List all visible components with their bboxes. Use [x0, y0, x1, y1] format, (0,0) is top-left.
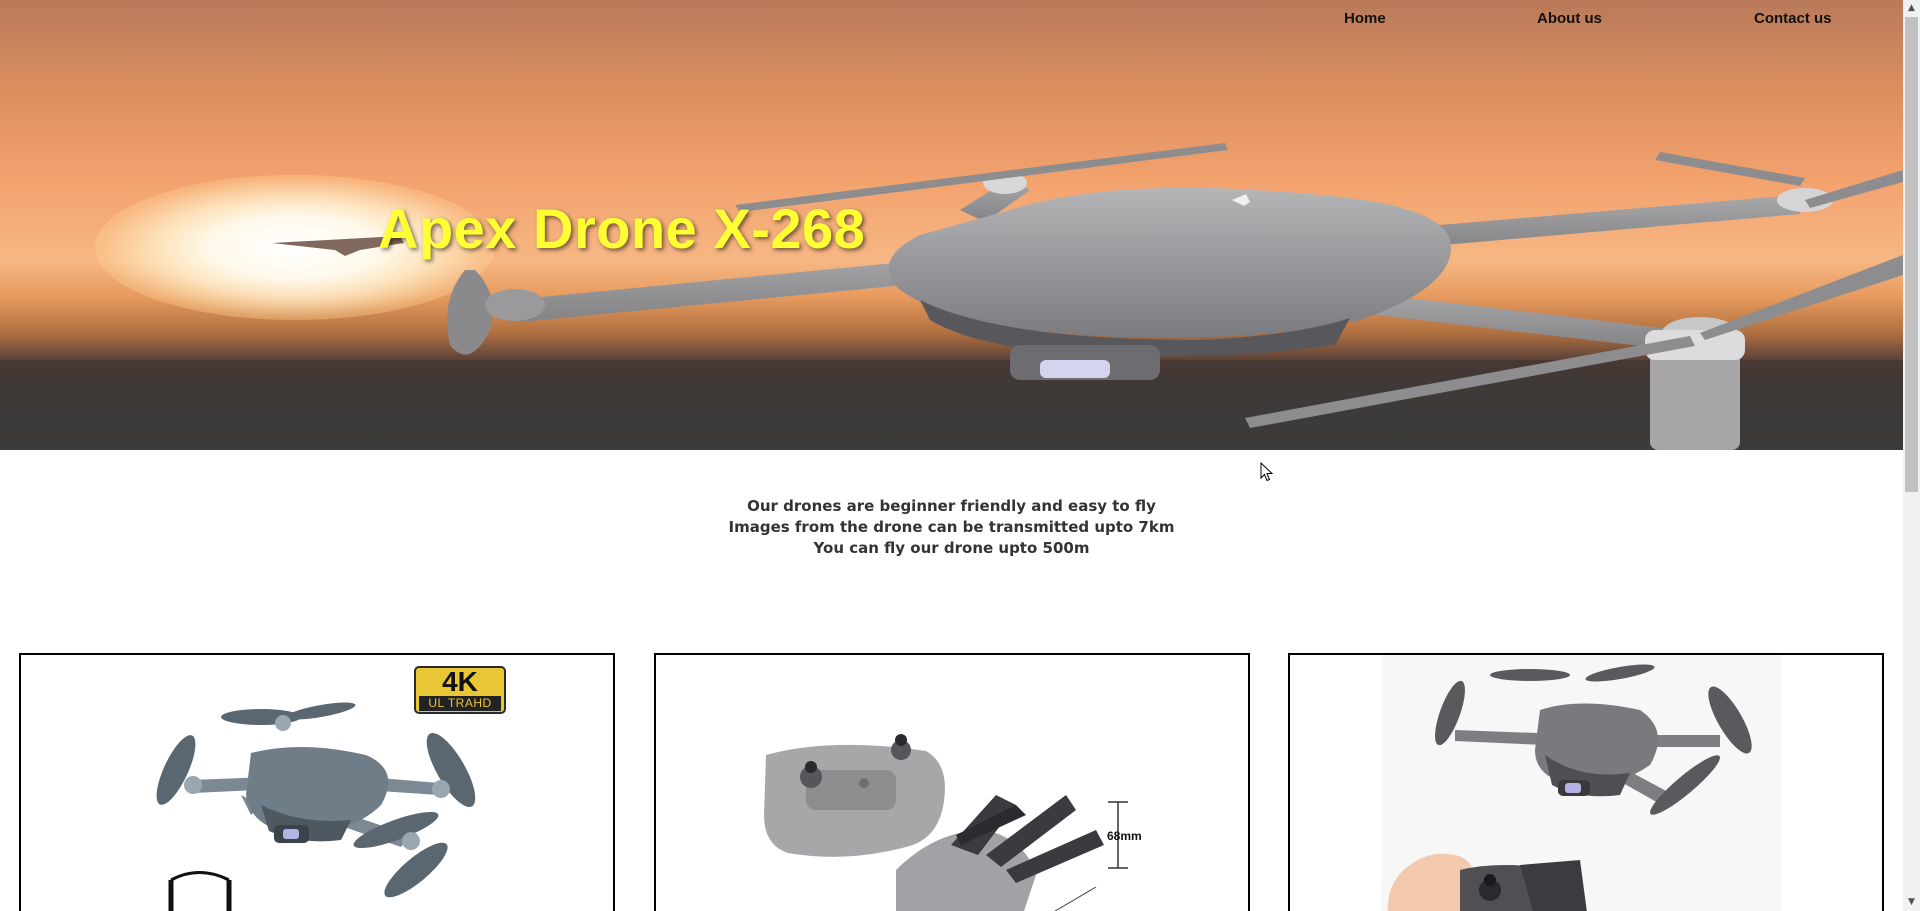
page: Home About us Contact us Apex Drone X-26…: [0, 0, 1903, 911]
product-card-3[interactable]: [1288, 653, 1884, 911]
hero-title: Apex Drone X-268: [378, 197, 866, 260]
drone-product-image: [156, 702, 476, 911]
badge-4k-sub: UL TRAHD: [419, 696, 501, 711]
drone-hand-image: [1382, 655, 1782, 911]
scroll-thumb[interactable]: [1905, 17, 1918, 492]
nav-home-link[interactable]: Home: [1344, 10, 1386, 27]
vertical-scrollbar[interactable]: ▲ ▼: [1903, 0, 1920, 911]
badge-4k: 4K UL TRAHD: [414, 666, 506, 714]
badge-4k-main: 4K: [442, 666, 478, 697]
feature-line-range: You can fly our drone upto 500m: [813, 539, 1090, 557]
product-card-1[interactable]: 4K UL TRAHD: [19, 653, 615, 911]
product-card-2[interactable]: 68mm: [654, 653, 1250, 911]
scroll-down-arrow-icon[interactable]: ▼: [1903, 894, 1920, 911]
nav-contact-link[interactable]: Contact us: [1754, 10, 1832, 27]
features-text: Our drones are beginner friendly and eas…: [0, 496, 1903, 559]
mouse-cursor-icon: [1260, 462, 1274, 482]
nav-about-link[interactable]: About us: [1537, 10, 1602, 27]
feature-line-beginner: Our drones are beginner friendly and eas…: [747, 497, 1156, 515]
hero-banner: Home About us Contact us Apex Drone X-26…: [0, 0, 1903, 450]
dimension-label: 68mm: [1107, 829, 1142, 843]
top-nav: Home About us Contact us: [0, 10, 1903, 30]
drone-controller-image: [764, 734, 1128, 911]
hero-drone-image: [272, 143, 1903, 450]
feature-line-transmission: Images from the drone can be transmitted…: [728, 518, 1175, 536]
scroll-up-arrow-icon[interactable]: ▲: [1903, 0, 1920, 17]
